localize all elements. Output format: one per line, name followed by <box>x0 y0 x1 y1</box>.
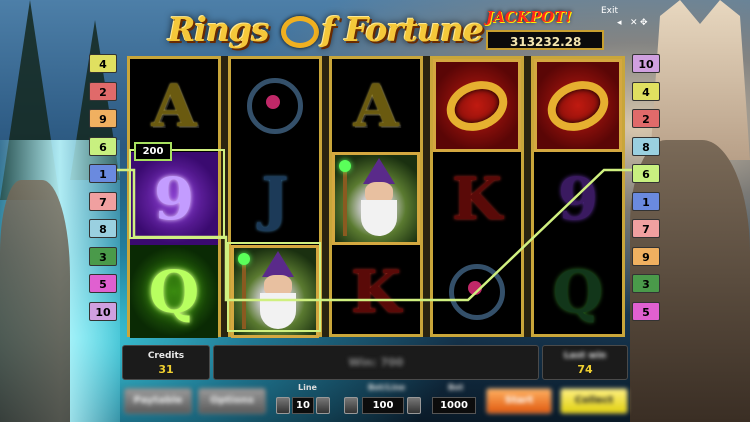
reel-4: K <box>430 56 524 337</box>
sound-icon[interactable]: ◂ <box>617 18 622 28</box>
options-button[interactable]: Options <box>198 388 266 414</box>
line-indicator-7[interactable]: 7 <box>632 219 660 238</box>
line-indicator-8[interactable]: 8 <box>89 219 117 238</box>
total-bet-value: 1000 <box>432 397 476 414</box>
symbol-wizard <box>332 152 420 245</box>
line-indicator-6[interactable]: 6 <box>89 136 117 156</box>
line-indicator-9[interactable]: 9 <box>89 109 117 128</box>
castle <box>650 0 750 160</box>
gem-icon <box>238 253 250 265</box>
credits-label: Credits <box>147 351 185 361</box>
paytable-button[interactable]: Paytable <box>124 388 192 414</box>
total-bet-label: Bet <box>448 383 464 392</box>
symbol-knot <box>433 245 521 338</box>
gold-ring-icon <box>540 72 616 139</box>
symbol-j: J <box>261 164 289 233</box>
collect-button[interactable]: Collect <box>560 388 628 414</box>
bet-decrease-button[interactable] <box>344 397 358 414</box>
line-indicator-7[interactable]: 7 <box>89 191 117 211</box>
win-value: 74 <box>577 363 593 376</box>
symbol-ring <box>534 59 622 152</box>
reel-5: 9 Q <box>531 56 625 337</box>
win-message: Win: 700 <box>348 356 404 369</box>
exit-button[interactable]: Exit <box>601 6 618 16</box>
game-logo: Rings f Fortune <box>168 10 484 49</box>
reel-2: J <box>228 56 322 338</box>
jackpot-value: 313232.28 <box>486 30 604 50</box>
line-value: 10 <box>292 397 314 414</box>
win-amount-tag: 200 <box>134 142 172 161</box>
reel-area: A 9 Q J A K K 9 Q <box>127 56 625 338</box>
message-panel: Win: 700 <box>213 345 539 380</box>
symbol-q: Q <box>130 245 218 338</box>
celtic-knot-icon <box>247 77 303 134</box>
close-icon[interactable]: ✕ <box>630 18 638 28</box>
win-label: Last win <box>563 351 607 361</box>
line-indicator-3[interactable]: 3 <box>632 274 660 293</box>
fullscreen-icon[interactable]: ✥ <box>640 18 648 28</box>
line-indicator-1[interactable]: 1 <box>632 191 660 211</box>
bet-increase-button[interactable] <box>407 397 421 414</box>
ring-logo-icon <box>281 16 320 48</box>
symbol-ring <box>433 59 521 152</box>
line-indicator-9[interactable]: 9 <box>632 246 660 266</box>
cliff <box>0 180 70 422</box>
bet-line-label: Bet/Line <box>368 383 406 392</box>
line-indicator-1[interactable]: 1 <box>89 164 117 183</box>
win-panel: Last win 74 <box>542 345 628 380</box>
line-label: Line <box>298 383 317 392</box>
bet-line-value: 100 <box>362 397 404 414</box>
celtic-knot-icon <box>449 263 505 320</box>
line-indicator-2[interactable]: 2 <box>89 81 117 101</box>
line-indicator-3[interactable]: 3 <box>89 246 117 266</box>
credits-value: 31 <box>158 363 174 376</box>
reel-3: A K <box>329 56 423 337</box>
credits-panel: Credits 31 <box>122 345 210 380</box>
symbol-9: 9 <box>557 164 599 233</box>
line-indicator-2[interactable]: 2 <box>632 109 660 128</box>
symbol-a: A <box>353 71 399 140</box>
symbol-a: A <box>151 71 197 140</box>
gold-ring-icon <box>439 72 515 139</box>
symbol-9: 9 <box>130 152 218 245</box>
jackpot-label: JACKPOT! <box>486 8 572 26</box>
line-indicator-5[interactable]: 5 <box>89 274 117 293</box>
symbol-knot <box>231 59 319 152</box>
line-indicator-5[interactable]: 5 <box>632 301 660 321</box>
symbol-k: K <box>350 257 402 326</box>
line-indicator-10[interactable]: 10 <box>632 54 660 73</box>
line-indicator-10[interactable]: 10 <box>89 301 117 321</box>
line-indicator-4[interactable]: 4 <box>632 81 660 101</box>
reel-1: A 9 Q <box>127 56 221 338</box>
symbol-k: K <box>451 164 503 233</box>
symbol-q: Q <box>552 257 604 326</box>
line-indicator-8[interactable]: 8 <box>632 136 660 156</box>
line-increase-button[interactable] <box>316 397 330 414</box>
line-indicator-6[interactable]: 6 <box>632 164 660 183</box>
symbol-wizard <box>231 245 319 338</box>
gem-icon <box>339 160 351 172</box>
line-decrease-button[interactable] <box>276 397 290 414</box>
start-button[interactable]: Start <box>486 388 552 414</box>
line-indicator-4[interactable]: 4 <box>89 54 117 73</box>
